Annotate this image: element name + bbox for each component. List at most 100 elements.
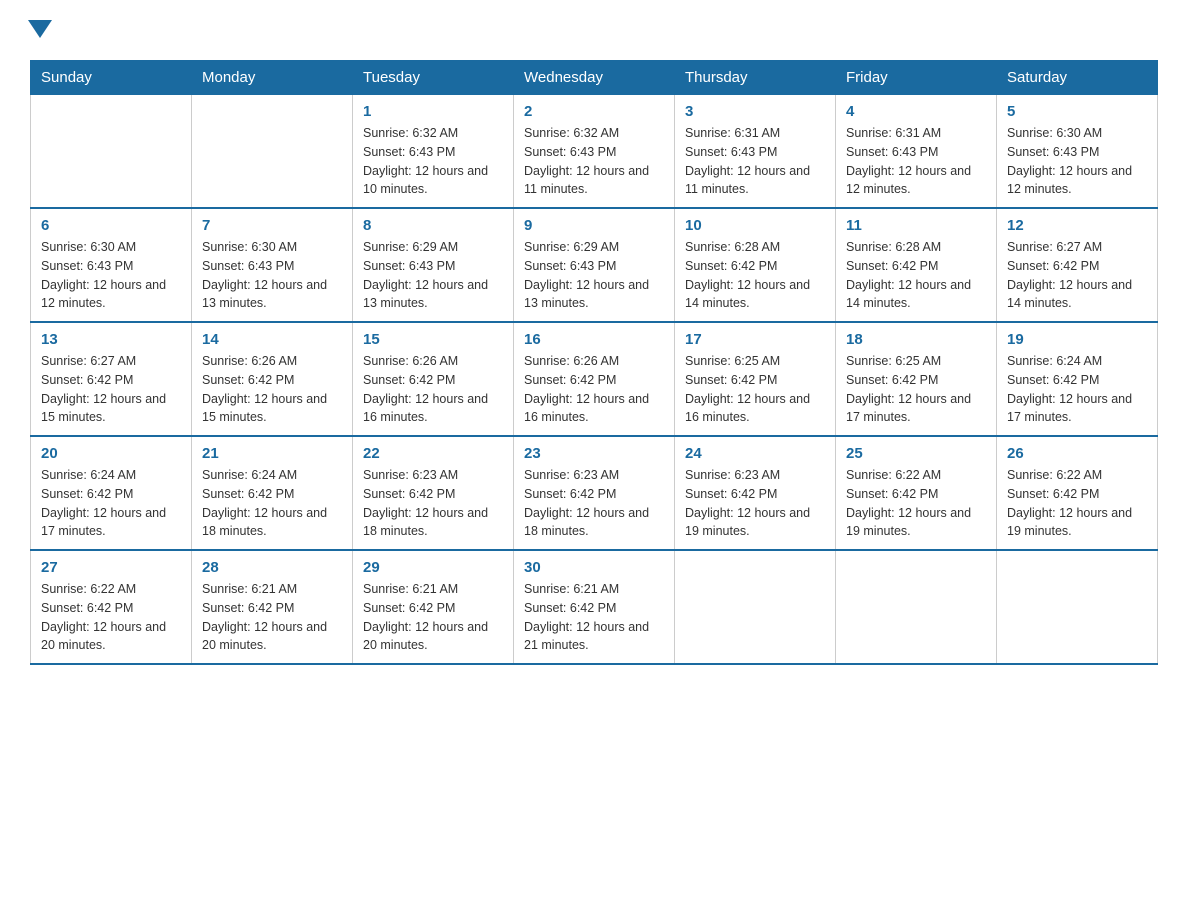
day-info: Sunrise: 6:27 AMSunset: 6:42 PMDaylight:…	[1007, 238, 1147, 313]
day-number: 14	[202, 331, 342, 348]
day-number: 20	[41, 445, 181, 462]
calendar-cell: 26 Sunrise: 6:22 AMSunset: 6:42 PMDayligh…	[997, 436, 1158, 550]
day-number: 4	[846, 103, 986, 120]
weekday-header-saturday: Saturday	[997, 61, 1158, 95]
day-info: Sunrise: 6:21 AMSunset: 6:42 PMDaylight:…	[363, 580, 503, 655]
day-number: 28	[202, 559, 342, 576]
day-number: 29	[363, 559, 503, 576]
day-number: 27	[41, 559, 181, 576]
calendar-cell: 5Sunrise: 6:30 AMSunset: 6:43 PMDaylight…	[997, 95, 1158, 209]
calendar-week-row: 20 Sunrise: 6:24 AMSunset: 6:42 PMDayligh…	[31, 436, 1158, 550]
weekday-header-thursday: Thursday	[675, 61, 836, 95]
day-number: 26	[1007, 445, 1147, 462]
day-number: 3	[685, 103, 825, 120]
calendar-week-row: 27 Sunrise: 6:22 AMSunset: 6:42 PMDayligh…	[31, 550, 1158, 664]
weekday-header-sunday: Sunday	[31, 61, 192, 95]
day-info: Sunrise: 6:22 AMSunset: 6:42 PMDaylight:…	[846, 466, 986, 541]
calendar-table: SundayMondayTuesdayWednesdayThursdayFrid…	[30, 60, 1158, 665]
day-number: 7	[202, 217, 342, 234]
calendar-cell: 29 Sunrise: 6:21 AMSunset: 6:42 PMDayligh…	[353, 550, 514, 664]
logo	[30, 20, 52, 40]
day-info: Sunrise: 6:31 AMSunset: 6:43 PMDaylight:…	[685, 124, 825, 199]
day-info: Sunrise: 6:29 AMSunset: 6:43 PMDaylight:…	[524, 238, 664, 313]
calendar-cell: 7 Sunrise: 6:30 AMSunset: 6:43 PMDaylight…	[192, 208, 353, 322]
day-info: Sunrise: 6:22 AMSunset: 6:42 PMDaylight:…	[1007, 466, 1147, 541]
day-number: 24	[685, 445, 825, 462]
day-number: 9	[524, 217, 664, 234]
day-info: Sunrise: 6:21 AMSunset: 6:42 PMDaylight:…	[524, 580, 664, 655]
logo-triangle-icon	[28, 20, 52, 38]
day-number: 18	[846, 331, 986, 348]
calendar-cell	[192, 95, 353, 209]
calendar-cell: 25 Sunrise: 6:22 AMSunset: 6:42 PMDayligh…	[836, 436, 997, 550]
day-info: Sunrise: 6:24 AMSunset: 6:42 PMDaylight:…	[41, 466, 181, 541]
day-number: 21	[202, 445, 342, 462]
day-number: 25	[846, 445, 986, 462]
calendar-week-row: 1Sunrise: 6:32 AMSunset: 6:43 PMDaylight…	[31, 95, 1158, 209]
calendar-cell: 20 Sunrise: 6:24 AMSunset: 6:42 PMDayligh…	[31, 436, 192, 550]
day-number: 16	[524, 331, 664, 348]
day-info: Sunrise: 6:22 AMSunset: 6:42 PMDaylight:…	[41, 580, 181, 655]
page-header	[30, 20, 1158, 40]
day-number: 19	[1007, 331, 1147, 348]
calendar-cell: 28Sunrise: 6:21 AMSunset: 6:42 PMDayligh…	[192, 550, 353, 664]
day-number: 12	[1007, 217, 1147, 234]
day-number: 2	[524, 103, 664, 120]
day-info: Sunrise: 6:31 AMSunset: 6:43 PMDaylight:…	[846, 124, 986, 199]
calendar-cell: 3 Sunrise: 6:31 AMSunset: 6:43 PMDaylight…	[675, 95, 836, 209]
calendar-cell: 21 Sunrise: 6:24 AMSunset: 6:42 PMDayligh…	[192, 436, 353, 550]
day-info: Sunrise: 6:26 AMSunset: 6:42 PMDaylight:…	[524, 352, 664, 427]
weekday-header-wednesday: Wednesday	[514, 61, 675, 95]
day-info: Sunrise: 6:23 AMSunset: 6:42 PMDaylight:…	[363, 466, 503, 541]
day-number: 8	[363, 217, 503, 234]
day-info: Sunrise: 6:30 AMSunset: 6:43 PMDaylight:…	[202, 238, 342, 313]
day-info: Sunrise: 6:32 AMSunset: 6:43 PMDaylight:…	[363, 124, 503, 199]
calendar-cell: 18 Sunrise: 6:25 AMSunset: 6:42 PMDayligh…	[836, 322, 997, 436]
calendar-cell: 30 Sunrise: 6:21 AMSunset: 6:42 PMDayligh…	[514, 550, 675, 664]
calendar-week-row: 13 Sunrise: 6:27 AMSunset: 6:42 PMDayligh…	[31, 322, 1158, 436]
calendar-cell: 12 Sunrise: 6:27 AMSunset: 6:42 PMDayligh…	[997, 208, 1158, 322]
day-info: Sunrise: 6:24 AMSunset: 6:42 PMDaylight:…	[202, 466, 342, 541]
calendar-cell: 15 Sunrise: 6:26 AMSunset: 6:42 PMDayligh…	[353, 322, 514, 436]
calendar-cell: 19 Sunrise: 6:24 AMSunset: 6:42 PMDayligh…	[997, 322, 1158, 436]
calendar-cell: 13 Sunrise: 6:27 AMSunset: 6:42 PMDayligh…	[31, 322, 192, 436]
calendar-cell: 22Sunrise: 6:23 AMSunset: 6:42 PMDayligh…	[353, 436, 514, 550]
weekday-header-row: SundayMondayTuesdayWednesdayThursdayFrid…	[31, 61, 1158, 95]
day-info: Sunrise: 6:25 AMSunset: 6:42 PMDaylight:…	[846, 352, 986, 427]
day-info: Sunrise: 6:23 AMSunset: 6:42 PMDaylight:…	[524, 466, 664, 541]
calendar-cell: 9 Sunrise: 6:29 AMSunset: 6:43 PMDaylight…	[514, 208, 675, 322]
day-info: Sunrise: 6:30 AMSunset: 6:43 PMDaylight:…	[1007, 124, 1147, 199]
day-number: 11	[846, 217, 986, 234]
day-number: 13	[41, 331, 181, 348]
day-number: 30	[524, 559, 664, 576]
calendar-cell: 2 Sunrise: 6:32 AMSunset: 6:43 PMDaylight…	[514, 95, 675, 209]
day-info: Sunrise: 6:28 AMSunset: 6:42 PMDaylight:…	[685, 238, 825, 313]
day-info: Sunrise: 6:28 AMSunset: 6:42 PMDaylight:…	[846, 238, 986, 313]
day-number: 15	[363, 331, 503, 348]
calendar-cell: 11 Sunrise: 6:28 AMSunset: 6:42 PMDayligh…	[836, 208, 997, 322]
weekday-header-friday: Friday	[836, 61, 997, 95]
day-info: Sunrise: 6:25 AMSunset: 6:42 PMDaylight:…	[685, 352, 825, 427]
day-info: Sunrise: 6:32 AMSunset: 6:43 PMDaylight:…	[524, 124, 664, 199]
calendar-cell: 24 Sunrise: 6:23 AMSunset: 6:42 PMDayligh…	[675, 436, 836, 550]
calendar-cell: 27 Sunrise: 6:22 AMSunset: 6:42 PMDayligh…	[31, 550, 192, 664]
calendar-cell: 16 Sunrise: 6:26 AMSunset: 6:42 PMDayligh…	[514, 322, 675, 436]
weekday-header-tuesday: Tuesday	[353, 61, 514, 95]
calendar-cell	[836, 550, 997, 664]
day-info: Sunrise: 6:26 AMSunset: 6:42 PMDaylight:…	[202, 352, 342, 427]
calendar-cell	[997, 550, 1158, 664]
calendar-cell: 10Sunrise: 6:28 AMSunset: 6:42 PMDayligh…	[675, 208, 836, 322]
calendar-cell: 1Sunrise: 6:32 AMSunset: 6:43 PMDaylight…	[353, 95, 514, 209]
day-number: 17	[685, 331, 825, 348]
calendar-cell: 23 Sunrise: 6:23 AMSunset: 6:42 PMDayligh…	[514, 436, 675, 550]
calendar-week-row: 6Sunrise: 6:30 AMSunset: 6:43 PMDaylight…	[31, 208, 1158, 322]
day-info: Sunrise: 6:23 AMSunset: 6:42 PMDaylight:…	[685, 466, 825, 541]
day-info: Sunrise: 6:24 AMSunset: 6:42 PMDaylight:…	[1007, 352, 1147, 427]
calendar-cell: 6Sunrise: 6:30 AMSunset: 6:43 PMDaylight…	[31, 208, 192, 322]
day-info: Sunrise: 6:26 AMSunset: 6:42 PMDaylight:…	[363, 352, 503, 427]
calendar-cell: 17 Sunrise: 6:25 AMSunset: 6:42 PMDayligh…	[675, 322, 836, 436]
day-number: 23	[524, 445, 664, 462]
day-info: Sunrise: 6:29 AMSunset: 6:43 PMDaylight:…	[363, 238, 503, 313]
day-info: Sunrise: 6:27 AMSunset: 6:42 PMDaylight:…	[41, 352, 181, 427]
calendar-cell: 14 Sunrise: 6:26 AMSunset: 6:42 PMDayligh…	[192, 322, 353, 436]
